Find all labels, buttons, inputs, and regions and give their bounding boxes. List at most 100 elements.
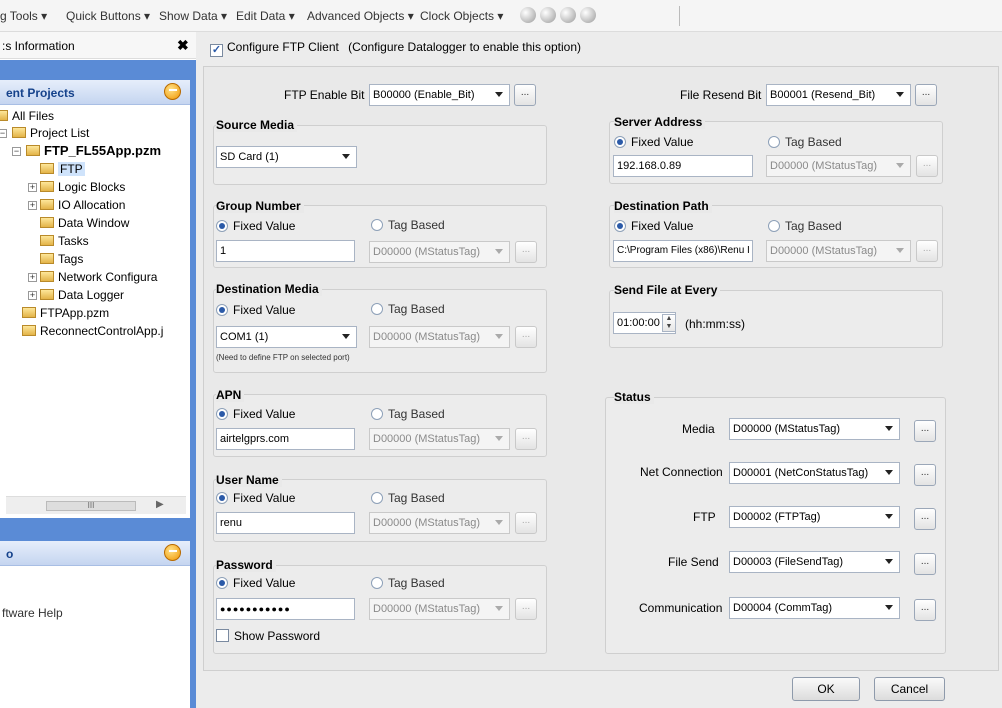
toolbar-play-icon[interactable] xyxy=(580,7,596,23)
group-number-browse-button[interactable]: ... xyxy=(515,241,537,263)
destination-path-tag-radio[interactable]: Tag Based xyxy=(768,219,842,233)
tree-item-project[interactable]: − FTP_FL55App.pzm xyxy=(12,143,161,159)
file-resend-bit-label: File Resend Bit xyxy=(680,88,762,102)
server-address-input[interactable]: 192.168.0.89 xyxy=(613,155,753,177)
scrollbar-thumb[interactable]: III xyxy=(46,501,136,511)
server-address-tag-radio[interactable]: Tag Based xyxy=(768,135,842,149)
tree-item-all-files[interactable]: All Files xyxy=(0,108,54,124)
configure-ftp-row[interactable]: ✓ Configure FTP Client (Configure Datalog… xyxy=(210,40,581,57)
tree-item-data-window[interactable]: Data Window xyxy=(40,215,129,231)
file-resend-bit-browse-button[interactable]: ... xyxy=(915,84,937,106)
scroll-right-icon[interactable]: ▶ xyxy=(156,499,164,510)
tree-item-tasks[interactable]: Tasks xyxy=(40,233,89,249)
collapse-toggle-icon[interactable]: − xyxy=(12,147,21,156)
group-number-fixed-radio[interactable]: Fixed Value xyxy=(216,219,295,233)
tree-item-ftp[interactable]: FTP xyxy=(40,161,85,177)
destination-media-browse-button[interactable]: ... xyxy=(515,326,537,348)
tree-item-io-allocation[interactable]: + IO Allocation xyxy=(28,197,125,213)
configure-ftp-checkbox[interactable]: ✓ xyxy=(210,44,223,57)
apn-tag-select[interactable]: D00000 (MStatusTag) xyxy=(369,428,510,450)
user-name-browse-button[interactable]: ... xyxy=(515,512,537,534)
tree-item-ftpapp[interactable]: FTPApp.pzm xyxy=(22,305,109,321)
destination-path-browse-button[interactable]: ... xyxy=(916,240,938,262)
software-help-link[interactable]: ftware Help xyxy=(2,606,63,620)
radio-label: Fixed Value xyxy=(233,491,296,505)
destination-path-tag-select[interactable]: D00000 (MStatusTag) xyxy=(766,240,911,262)
menu-edit-data[interactable]: Edit Data ▾ xyxy=(236,9,295,23)
destination-path-input[interactable]: C:\Program Files (x86)\Renu I xyxy=(613,240,753,262)
apn-fixed-radio[interactable]: Fixed Value xyxy=(216,407,295,421)
file-resend-bit-select[interactable]: B00001 (Resend_Bit) xyxy=(766,84,911,106)
password-title: Password xyxy=(216,558,276,572)
password-input[interactable]: ●●●●●●●●●●● xyxy=(216,598,355,620)
menu-quick-buttons[interactable]: Quick Buttons ▾ xyxy=(66,9,150,23)
status-ftp-select[interactable]: D00002 (FTPTag) xyxy=(729,506,900,528)
server-address-browse-button[interactable]: ... xyxy=(916,155,938,177)
tree-item-logic-blocks[interactable]: + Logic Blocks xyxy=(28,179,125,195)
ok-button[interactable]: OK xyxy=(792,677,860,701)
radio-label: Fixed Value xyxy=(233,303,296,317)
menu-tools[interactable]: g Tools ▾ xyxy=(0,9,47,23)
status-media-browse-button[interactable]: ... xyxy=(914,420,936,442)
tree-item-data-logger[interactable]: + Data Logger xyxy=(28,287,124,303)
status-net-connection-select[interactable]: D00001 (NetConStatusTag) xyxy=(729,462,900,484)
tree-item-tags[interactable]: Tags xyxy=(40,251,83,267)
toolbar-gear-icon[interactable] xyxy=(560,7,576,23)
password-fixed-radio[interactable]: Fixed Value xyxy=(216,576,295,590)
destination-path-fixed-radio[interactable]: Fixed Value xyxy=(614,219,693,233)
status-title: Status xyxy=(614,390,654,404)
user-name-fixed-radio[interactable]: Fixed Value xyxy=(216,491,295,505)
cancel-button[interactable]: Cancel xyxy=(874,677,945,701)
menu-advanced-objects[interactable]: Advanced Objects ▾ xyxy=(307,9,414,23)
password-tag-radio[interactable]: Tag Based xyxy=(371,576,445,590)
expand-toggle-icon[interactable]: + xyxy=(28,273,37,282)
menu-show-data[interactable]: Show Data ▾ xyxy=(159,9,227,23)
group-number-tag-select[interactable]: D00000 (MStatusTag) xyxy=(369,241,510,263)
status-file-send-browse-button[interactable]: ... xyxy=(914,553,936,575)
toolbar-bell-icon[interactable] xyxy=(520,7,536,23)
server-address-tag-select[interactable]: D00000 (MStatusTag) xyxy=(766,155,911,177)
close-icon[interactable]: ✖ xyxy=(177,37,189,54)
group-number-tag-radio[interactable]: Tag Based xyxy=(371,218,445,232)
tree-item-network-configuration[interactable]: + Network Configura xyxy=(28,269,157,285)
interval-spinner-icon[interactable]: ▲ ▼ xyxy=(662,314,676,332)
toolbar-disc-icon[interactable] xyxy=(540,7,556,23)
status-file-send-select[interactable]: D00003 (FileSendTag) xyxy=(729,551,900,573)
destination-media-fixed-radio[interactable]: Fixed Value xyxy=(216,303,295,317)
expand-toggle-icon[interactable]: + xyxy=(28,183,37,192)
destination-media-tag-select[interactable]: D00000 (MStatusTag) xyxy=(369,326,510,348)
user-name-tag-select[interactable]: D00000 (MStatusTag) xyxy=(369,512,510,534)
destination-media-tag-radio[interactable]: Tag Based xyxy=(371,302,445,316)
expand-toggle-icon[interactable]: + xyxy=(28,291,37,300)
status-ftp-browse-button[interactable]: ... xyxy=(914,508,936,530)
tree-item-project-list[interactable]: − Project List xyxy=(0,125,89,141)
status-communication-browse-button[interactable]: ... xyxy=(914,599,936,621)
tree-item-label: Data Window xyxy=(58,216,130,230)
collapse-icon[interactable] xyxy=(164,544,181,561)
group-number-input[interactable]: 1 xyxy=(216,240,355,262)
tree-horizontal-scrollbar[interactable]: III ▶ xyxy=(6,496,186,514)
menu-clock-objects[interactable]: Clock Objects ▾ xyxy=(420,9,503,23)
user-name-tag-radio[interactable]: Tag Based xyxy=(371,491,445,505)
ftp-enable-bit-browse-button[interactable]: ... xyxy=(514,84,536,106)
apn-browse-button[interactable]: ... xyxy=(515,428,537,450)
apn-tag-radio[interactable]: Tag Based xyxy=(371,407,445,421)
expand-toggle-icon[interactable]: + xyxy=(28,201,37,210)
password-tag-select[interactable]: D00000 (MStatusTag) xyxy=(369,598,510,620)
radio-selected-icon xyxy=(614,136,626,148)
source-media-select[interactable]: SD Card (1) xyxy=(216,146,357,168)
collapse-toggle-icon[interactable]: − xyxy=(0,129,7,138)
show-password-checkbox[interactable] xyxy=(216,629,229,642)
status-media-select[interactable]: D00000 (MStatusTag) xyxy=(729,418,900,440)
apn-input[interactable]: airtelgprs.com xyxy=(216,428,355,450)
status-communication-select[interactable]: D00004 (CommTag) xyxy=(729,597,900,619)
collapse-icon[interactable] xyxy=(164,83,181,100)
user-name-input[interactable]: renu xyxy=(216,512,355,534)
password-browse-button[interactable]: ... xyxy=(515,598,537,620)
status-net-connection-browse-button[interactable]: ... xyxy=(914,464,936,486)
destination-media-select[interactable]: COM1 (1) xyxy=(216,326,357,348)
tree-item-reconnect[interactable]: ReconnectControlApp.j xyxy=(22,323,163,339)
ftp-enable-bit-select[interactable]: B00000 (Enable_Bit) xyxy=(369,84,510,106)
server-address-fixed-radio[interactable]: Fixed Value xyxy=(614,135,693,149)
show-password-row[interactable]: Show Password xyxy=(216,629,320,643)
